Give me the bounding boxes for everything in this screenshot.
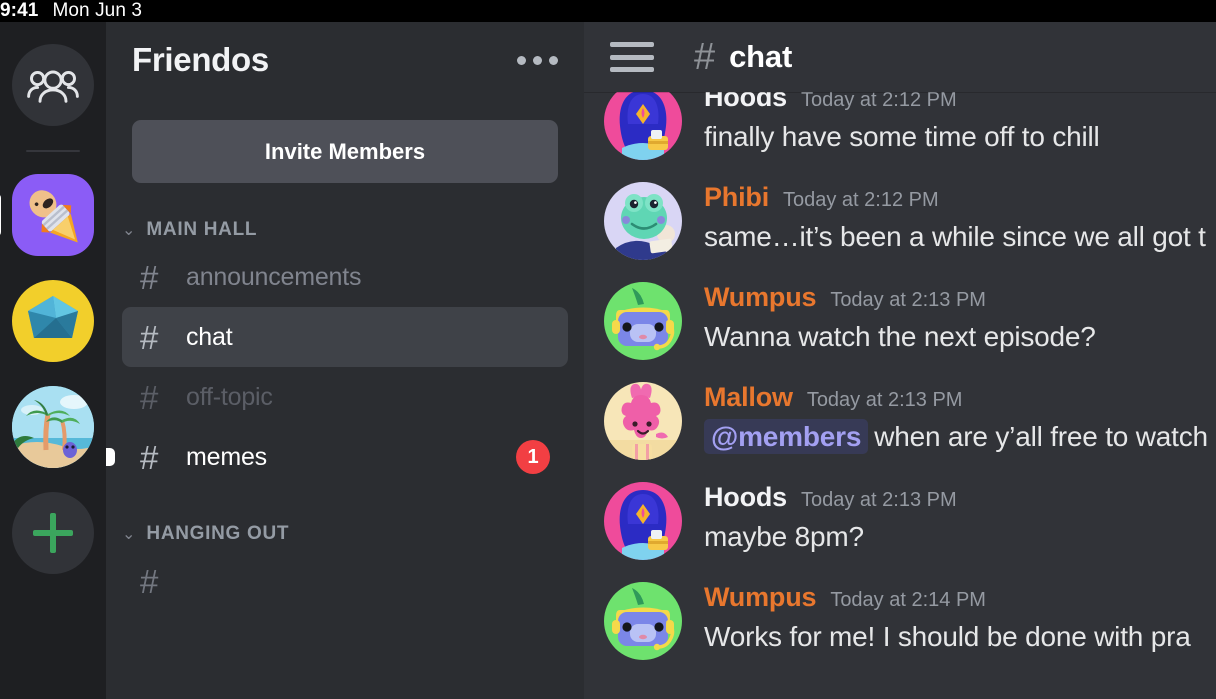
message-text: Wanna watch the next episode?: [704, 321, 1096, 352]
server-icon-island[interactable]: [12, 386, 94, 468]
message-timestamp: Today at 2:13 PM: [830, 289, 986, 311]
channel-name: off-topic: [186, 382, 273, 411]
mention-badge: 1: [516, 440, 550, 474]
message-text: maybe 8pm?: [704, 521, 864, 552]
channel-chat[interactable]: # chat: [122, 307, 568, 367]
server-rail-item-direct-messages[interactable]: [12, 44, 94, 126]
server-rail: [0, 22, 106, 699]
category-label: HANGING OUT: [146, 523, 290, 544]
server-rail-item-island[interactable]: [12, 386, 94, 468]
chat-panel: # chat Hoods Today at 2:12 PM finally ha…: [584, 22, 1216, 699]
message-item: Phibi Today at 2:12 PM same…it’s been a …: [584, 182, 1216, 260]
rocket-icon: [12, 174, 94, 256]
message-item: Wumpus Today at 2:13 PM Wanna watch the …: [584, 282, 1216, 360]
hoods-avatar[interactable]: [604, 482, 682, 560]
chat-header: # chat: [584, 22, 1216, 92]
category-main-hall[interactable]: ⌄ MAIN HALL: [122, 219, 584, 241]
mallow-avatar[interactable]: [604, 382, 682, 460]
hash-icon: #: [140, 258, 159, 296]
gem-icon: [12, 280, 94, 362]
server-rail-item-add-server[interactable]: [12, 492, 94, 574]
server-rail-item-friendos[interactable]: [12, 174, 94, 256]
channel-name: chat: [186, 322, 233, 351]
hash-icon: #: [140, 378, 159, 416]
server-icon-gem[interactable]: [12, 280, 94, 362]
status-bar: 9:41 Mon Jun 3: [0, 0, 1216, 22]
channel-sidebar: Friendos Invite Members ⌄ MAIN HALL # an…: [106, 22, 584, 699]
message-timestamp: Today at 2:13 PM: [801, 489, 957, 511]
message-author[interactable]: Wumpus: [704, 284, 817, 311]
ellipsis-icon[interactable]: [517, 55, 558, 65]
server-name: Friendos: [132, 41, 269, 78]
status-time: 9:41: [0, 0, 39, 21]
message-item: Wumpus Today at 2:14 PM Works for me! I …: [584, 582, 1216, 660]
channel-name: announcements: [186, 262, 362, 291]
message-text: finally have some time off to chill: [704, 121, 1100, 152]
channel-name: memes: [186, 442, 267, 471]
invite-members-button[interactable]: Invite Members: [132, 120, 558, 183]
hash-icon: #: [140, 562, 159, 600]
plus-icon: [33, 513, 73, 553]
island-icon: [12, 386, 94, 468]
message-text: Works for me! I should be done with pra: [704, 621, 1191, 652]
message-timestamp: Today at 2:12 PM: [783, 189, 939, 211]
rail-divider: [26, 150, 80, 152]
status-date: Mon Jun 3: [52, 0, 143, 21]
unread-indicator: [106, 448, 115, 466]
invite-members-label: Invite Members: [264, 138, 426, 164]
people-icon: [27, 59, 79, 111]
message-item: Hoods Today at 2:13 PM maybe 8pm?: [584, 482, 1216, 560]
message-item: Hoods Today at 2:12 PM finally have some…: [584, 82, 1216, 160]
wumpus-avatar[interactable]: [604, 582, 682, 660]
chat-title: chat: [729, 39, 793, 74]
message-timestamp: Today at 2:14 PM: [830, 589, 986, 611]
message-author[interactable]: Phibi: [704, 184, 769, 211]
mention-members[interactable]: @members: [704, 419, 869, 454]
chevron-down-icon: ⌄: [122, 526, 136, 543]
app-window: Friendos Invite Members ⌄ MAIN HALL # an…: [0, 22, 1216, 699]
server-icon-rocket[interactable]: [12, 174, 94, 256]
message-timestamp: Today at 2:12 PM: [801, 89, 957, 111]
message-author[interactable]: Hoods: [704, 484, 787, 511]
message-item: Mallow Today at 2:13 PM @members when are…: [584, 382, 1216, 460]
direct-messages-button[interactable]: [12, 44, 94, 126]
hamburger-icon[interactable]: [610, 42, 654, 72]
message-author[interactable]: Wumpus: [704, 584, 817, 611]
channel-off-topic[interactable]: # off-topic: [122, 367, 568, 427]
message-text: same…it’s been a while since we all got …: [704, 221, 1206, 252]
channel-memes[interactable]: # memes 1: [106, 427, 568, 487]
wumpus-avatar[interactable]: [604, 282, 682, 360]
hash-icon: #: [140, 438, 159, 476]
message-text-body: when are y’all free to watch: [874, 421, 1208, 452]
phibi-avatar[interactable]: [604, 182, 682, 260]
server-header[interactable]: Friendos: [106, 22, 584, 98]
message-list[interactable]: Hoods Today at 2:12 PM finally have some…: [584, 22, 1216, 699]
hash-icon: #: [140, 318, 159, 356]
category-hanging-out[interactable]: ⌄ HANGING OUT: [122, 523, 584, 545]
server-rail-item-gem[interactable]: [12, 280, 94, 362]
category-label: MAIN HALL: [146, 219, 258, 240]
message-timestamp: Today at 2:13 PM: [806, 389, 963, 411]
channel-partial-hidden[interactable]: #: [122, 551, 568, 611]
message-author[interactable]: Mallow: [704, 384, 793, 411]
hoods-avatar[interactable]: [604, 82, 682, 160]
channel-announcements[interactable]: # announcements: [122, 247, 568, 307]
add-server-button[interactable]: [12, 492, 94, 574]
hash-icon: #: [694, 36, 716, 78]
message-text: @members when are y’all free to watch: [704, 419, 1216, 454]
chevron-down-icon: ⌄: [122, 222, 136, 239]
